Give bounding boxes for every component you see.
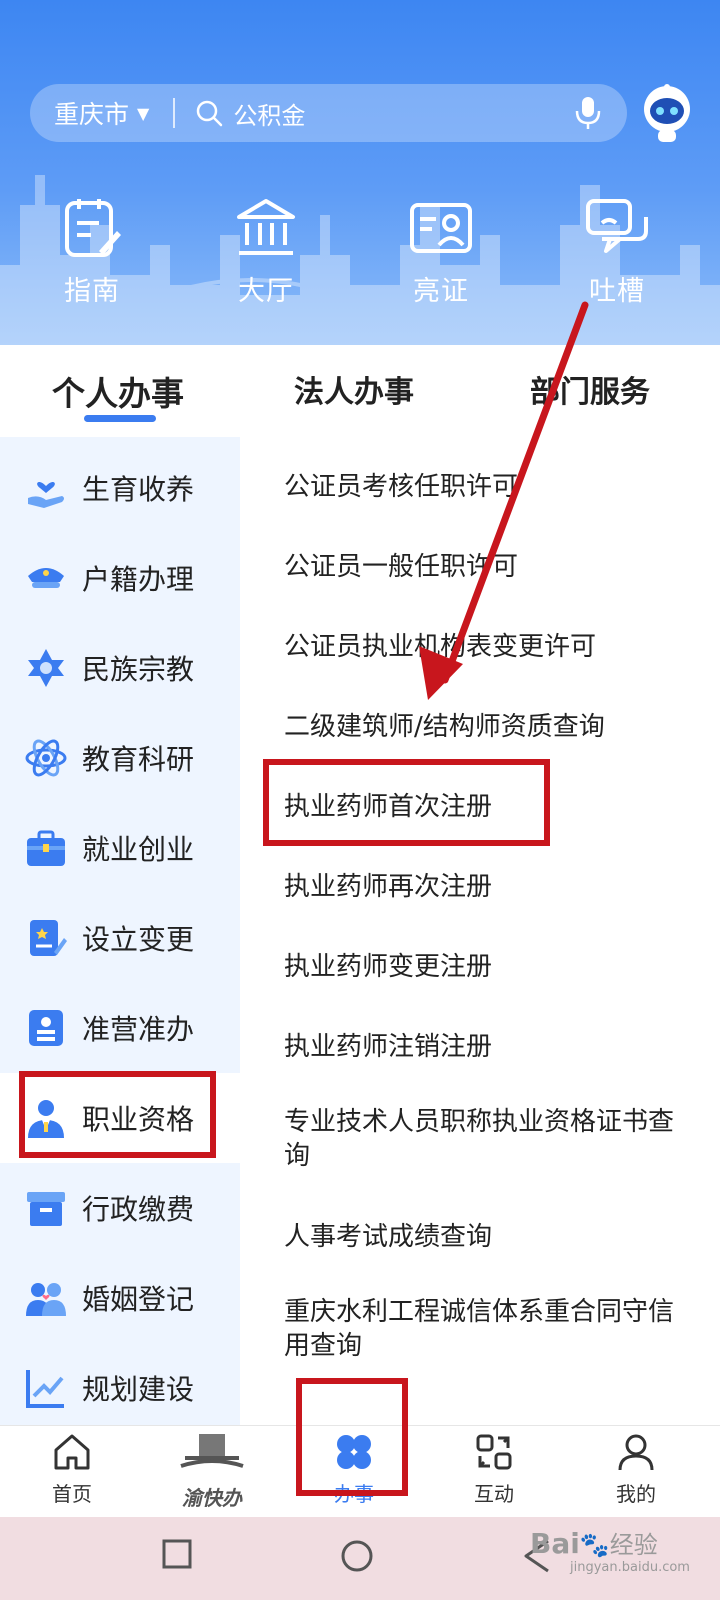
quick-action-label: 指南	[64, 276, 120, 307]
microphone-icon[interactable]	[573, 95, 603, 131]
guide-icon	[65, 199, 121, 257]
sidebar-item-label: 设立变更	[82, 923, 195, 956]
sidebar-item-education[interactable]: 教育科研	[0, 713, 240, 803]
sidebar-item-label: 户籍办理	[82, 563, 195, 596]
quick-action-id-card[interactable]: 亮证	[381, 195, 501, 308]
recent-apps-icon[interactable]	[162, 1539, 192, 1569]
highlight-box-services-tab	[296, 1378, 408, 1496]
nav-home[interactable]: 首页	[12, 1432, 132, 1507]
document-edit-icon	[30, 920, 67, 956]
city-label: 重庆市	[54, 100, 130, 129]
paw-icon: 🐾	[579, 1531, 610, 1559]
service-item[interactable]: 公证员执业机构表变更许可	[284, 630, 704, 664]
sidebar-item-label: 就业创业	[82, 833, 195, 866]
tab-active-indicator	[84, 415, 156, 422]
service-item[interactable]: 重庆水利工程诚信体系重合同守信用查询	[284, 1295, 694, 1363]
briefcase-icon	[27, 830, 65, 866]
divider	[173, 98, 176, 128]
quick-action-feedback[interactable]: 吐槽	[557, 195, 677, 308]
police-cap-icon	[28, 568, 64, 588]
service-list: 公证员考核任职许可 公证员一般任职许可 公证员执业机构表变更许可 二级建筑师/结…	[240, 437, 720, 1427]
header: 重庆市 ▼ 公积金 指南 大厅 亮证 吐槽	[0, 0, 720, 345]
box-icon	[27, 1192, 65, 1226]
sidebar-item-establish-change[interactable]: 设立变更	[0, 893, 240, 983]
sidebar-item-ethnic-religion[interactable]: 民族宗教	[0, 623, 240, 713]
sidebar-item-license[interactable]: 准营准办	[0, 983, 240, 1073]
sidebar-item-employment[interactable]: 就业创业	[0, 803, 240, 893]
sidebar-item-label: 婚姻登记	[82, 1283, 195, 1316]
watermark-brand: Bai	[530, 1527, 580, 1560]
couple-icon	[26, 1283, 66, 1316]
nav-profile[interactable]: 我的	[576, 1432, 696, 1507]
assistant-robot-icon[interactable]	[636, 82, 698, 144]
search-input[interactable]: 公积金	[233, 96, 573, 131]
sidebar-item-label: 教育科研	[82, 743, 195, 776]
nav-label: 渝快办	[182, 1486, 242, 1510]
service-item[interactable]: 专业技术人员职称执业资格证书查询	[284, 1105, 694, 1173]
highlight-box-first-registration	[263, 759, 550, 846]
chart-icon	[26, 1370, 64, 1408]
sidebar-item-label: 生育收养	[82, 473, 195, 506]
service-item[interactable]: 二级建筑师/结构师资质查询	[284, 710, 704, 744]
logo-icon	[180, 1434, 244, 1468]
search-bar[interactable]: 重庆市 ▼ 公积金	[30, 84, 627, 142]
service-item[interactable]: 执业药师再次注册	[284, 870, 704, 904]
nav-label: 互动	[474, 1482, 514, 1506]
home-circle-icon[interactable]	[340, 1539, 374, 1573]
sidebar-item-planning[interactable]: 规划建设	[0, 1343, 240, 1433]
nav-label: 首页	[52, 1482, 92, 1506]
hand-heart-icon	[28, 482, 64, 508]
watermark-text: 经验	[609, 1531, 658, 1559]
quick-action-label: 亮证	[413, 276, 469, 307]
feedback-icon	[586, 199, 648, 253]
exchange-icon	[476, 1434, 512, 1470]
baidu-watermark: Bai🐾经验 jingyan.baidu.com	[530, 1525, 720, 1595]
home-icon	[54, 1434, 90, 1470]
star-icon	[28, 649, 64, 687]
quick-action-guide[interactable]: 指南	[32, 195, 152, 308]
service-item[interactable]: 执业药师变更注册	[284, 950, 704, 984]
id-card-icon	[410, 203, 472, 253]
category-tabs: 个人办事 法人办事 部门服务	[0, 345, 720, 435]
hall-icon	[237, 199, 295, 255]
sidebar-item-household[interactable]: 户籍办理	[0, 533, 240, 623]
sidebar-item-label: 准营准办	[82, 1013, 195, 1046]
quick-action-hall[interactable]: 大厅	[206, 195, 326, 308]
service-item[interactable]: 人事考试成绩查询	[284, 1220, 704, 1254]
search-icon	[197, 100, 223, 127]
sidebar-item-marriage[interactable]: 婚姻登记	[0, 1253, 240, 1343]
user-icon	[618, 1434, 654, 1471]
sidebar-item-birth-adoption[interactable]: 生育收养	[0, 443, 240, 533]
sidebar-item-administrative-fees[interactable]: 行政缴费	[0, 1163, 240, 1253]
service-item[interactable]: 公证员一般任职许可	[284, 550, 704, 584]
license-icon	[29, 1010, 63, 1046]
sidebar-item-label: 行政缴费	[82, 1193, 195, 1226]
tab-personal[interactable]: 个人办事	[52, 367, 184, 415]
caret-down-icon: ▼	[137, 103, 150, 123]
atom-icon	[25, 739, 67, 777]
city-selector[interactable]: 重庆市 ▼	[54, 95, 149, 131]
highlight-box-qualification	[19, 1071, 216, 1158]
tab-legal[interactable]: 法人办事	[294, 367, 414, 411]
sidebar-item-label: 民族宗教	[82, 653, 195, 686]
quick-action-label: 吐槽	[589, 276, 645, 307]
nav-yukuaiban[interactable]: 渝快办	[152, 1432, 272, 1511]
service-item[interactable]: 公证员考核任职许可	[284, 470, 704, 504]
sidebar-item-label: 规划建设	[82, 1373, 195, 1406]
category-sidebar: 生育收养 户籍办理 民族宗教 教育科研 就业创业 设立变更 准营准办 职业资格 …	[0, 437, 240, 1427]
nav-interaction[interactable]: 互动	[434, 1432, 554, 1507]
watermark-url: jingyan.baidu.com	[570, 1560, 690, 1575]
nav-label: 我的	[616, 1482, 656, 1506]
tab-department[interactable]: 部门服务	[530, 367, 650, 411]
quick-action-label: 大厅	[238, 276, 294, 307]
service-item[interactable]: 执业药师注销注册	[284, 1030, 704, 1064]
